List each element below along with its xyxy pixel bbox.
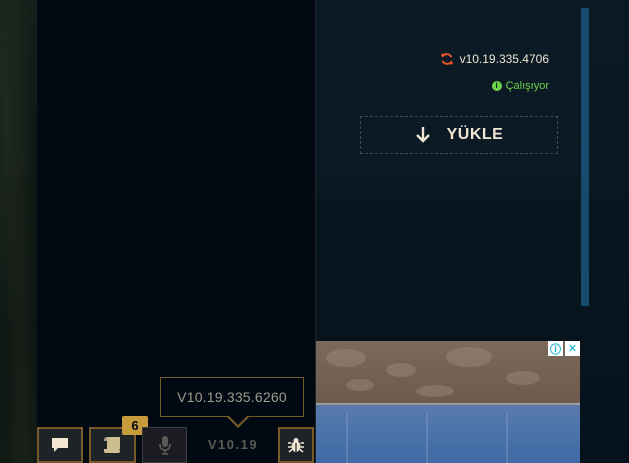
patch-version: v10.19.335.4706: [459, 52, 549, 66]
scrollbar[interactable]: [581, 8, 589, 306]
info-icon: i: [491, 81, 502, 91]
arrow-down-icon: [415, 127, 430, 143]
voice-button[interactable]: [142, 427, 187, 463]
patch-status-row: i Çalışıyor: [491, 79, 549, 93]
background-art: [0, 0, 37, 463]
advertisement[interactable]: ⓘ ✕: [316, 341, 580, 463]
scroll-icon: [103, 437, 120, 453]
patch-version-row: v10.19.335.4706: [440, 51, 549, 67]
chat-button[interactable]: [37, 427, 83, 463]
microphone-icon: [158, 436, 171, 455]
ad-controls: ⓘ ✕: [548, 341, 580, 356]
chat-icon: [52, 438, 68, 452]
patch-status: Çalışıyor: [505, 80, 549, 92]
client-version[interactable]: V10.19: [196, 437, 270, 452]
bug-report-button[interactable]: [278, 427, 314, 463]
install-button[interactable]: YÜKLE: [360, 116, 558, 154]
ad-close-icon[interactable]: ✕: [565, 341, 580, 356]
version-tooltip: V10.19.335.6260: [160, 377, 304, 417]
tooltip-arrow-inner: [228, 415, 248, 425]
install-label: YÜKLE: [446, 126, 504, 143]
refresh-icon[interactable]: [440, 52, 454, 66]
bug-icon: [288, 438, 304, 453]
ad-info-icon[interactable]: ⓘ: [548, 341, 563, 356]
